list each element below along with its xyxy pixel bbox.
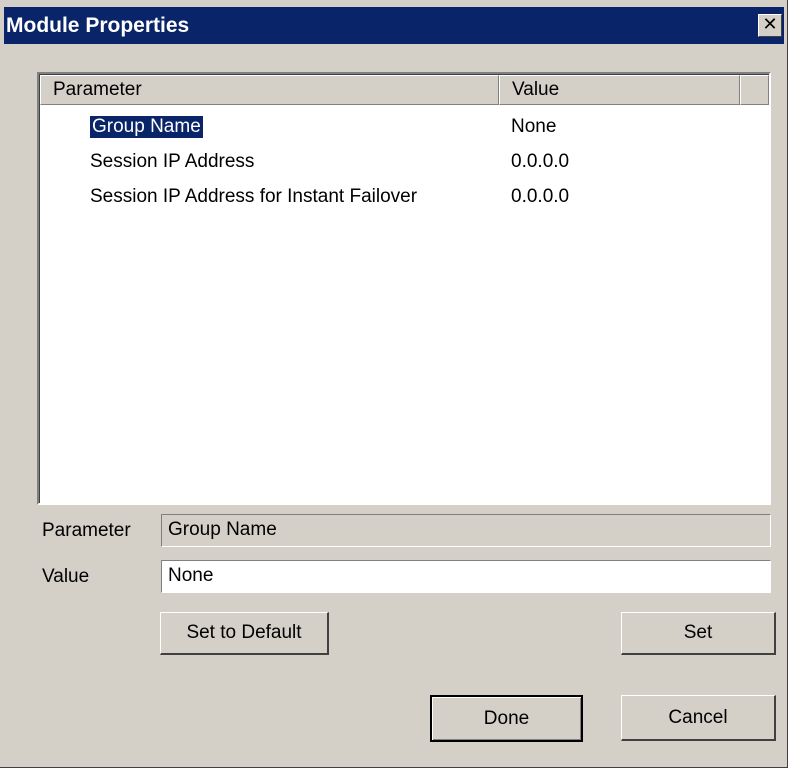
list-frame: Parameter Value Group Name None Session … <box>39 74 769 503</box>
parameter-list[interactable]: Parameter Value Group Name None Session … <box>37 72 771 505</box>
close-button[interactable]: ✕ <box>758 14 782 37</box>
set-button[interactable]: Set <box>621 612 776 655</box>
window-title: Module Properties <box>6 14 190 37</box>
parameter-label: Parameter <box>42 520 131 541</box>
module-properties-dialog: Module Properties ✕ Parameter Value Grou… <box>0 0 788 768</box>
list-header: Parameter Value <box>40 75 769 105</box>
done-button[interactable]: Done <box>430 695 583 742</box>
list-item-value: None <box>511 116 557 137</box>
column-header-parameter[interactable]: Parameter <box>40 75 499 105</box>
list-item[interactable]: Session IP Address 0.0.0.0 <box>40 148 769 179</box>
list-item[interactable]: Session IP Address for Instant Failover … <box>40 183 769 214</box>
column-header-filler <box>740 75 769 105</box>
close-icon: ✕ <box>762 14 778 35</box>
value-label: Value <box>42 566 90 587</box>
list-item-parameter: Group Name <box>89 115 204 139</box>
value-input[interactable]: None <box>161 560 771 593</box>
list-item-value: 0.0.0.0 <box>511 186 570 207</box>
set-to-default-button[interactable]: Set to Default <box>160 612 329 655</box>
list-item-parameter: Session IP Address for Instant Failover <box>90 186 418 207</box>
list-item[interactable]: Group Name None <box>40 113 769 144</box>
title-bar: Module Properties ✕ <box>4 7 784 44</box>
column-header-value[interactable]: Value <box>499 75 740 105</box>
list-item-value: 0.0.0.0 <box>511 151 570 172</box>
parameter-field: Group Name <box>161 514 771 547</box>
list-item-parameter: Session IP Address <box>90 151 255 172</box>
cancel-button[interactable]: Cancel <box>621 695 776 741</box>
